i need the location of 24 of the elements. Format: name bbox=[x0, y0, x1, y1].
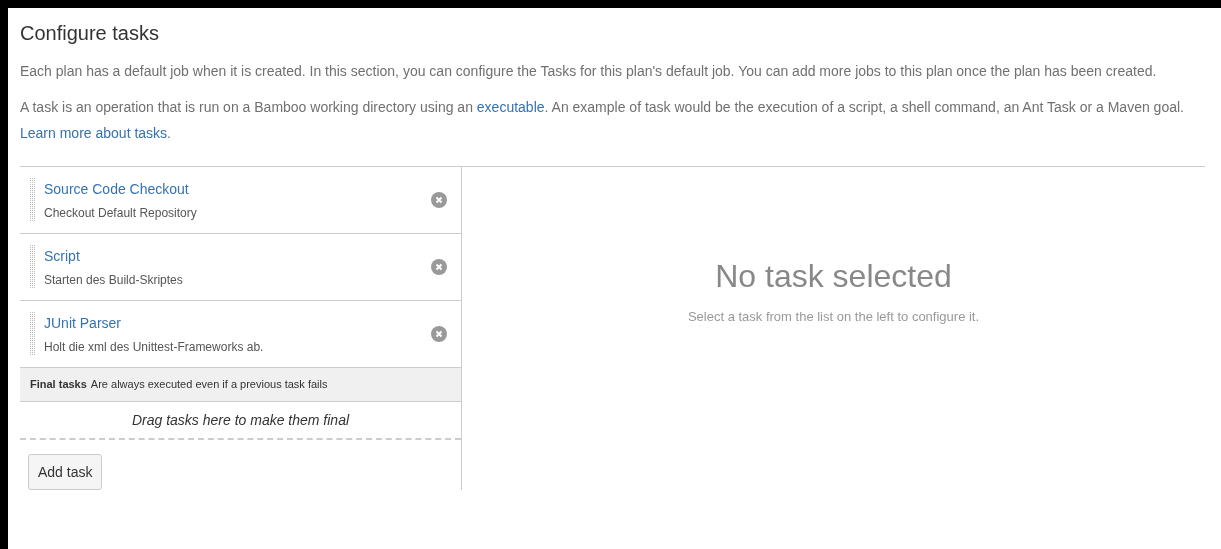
remove-icon[interactable] bbox=[431, 259, 447, 275]
section-label: Final tasks bbox=[30, 377, 87, 393]
task-description: Holt die xml des Unittest-Frameworks ab. bbox=[44, 338, 265, 356]
section-note: Are always executed even if a previous task fails bbox=[90, 377, 328, 393]
drag-handle-icon[interactable] bbox=[30, 245, 36, 289]
drag-handle-icon[interactable] bbox=[30, 312, 36, 356]
remove-icon[interactable] bbox=[431, 192, 447, 208]
task-description: Checkout Default Repository bbox=[44, 204, 198, 222]
task-name: JUnit Parser bbox=[44, 313, 123, 333]
task-item[interactable]: Script Starten des Build-Skriptes bbox=[20, 234, 461, 301]
task-name: Script bbox=[44, 246, 81, 266]
remove-icon[interactable] bbox=[431, 326, 447, 342]
description-text: Each plan has a default job when it is created. In this section, you can configure the Tasks for this plan's default job. You can add more jobs to this plan once the plan has been created. bbox=[20, 62, 1158, 81]
drop-hint: Drag tasks here to make them final bbox=[131, 410, 350, 430]
empty-state-heading: No task selected bbox=[715, 257, 952, 295]
description-text: A task is an operation that is run on a Bamboo working directory using an executable. An example of task would be the execution of a script, a shell command, an Ant Task or a Maven goal. Learn more about tasks. bbox=[20, 98, 1185, 143]
drag-handle-icon[interactable] bbox=[30, 178, 36, 222]
task-description: Starten des Build-Skriptes bbox=[44, 271, 184, 289]
task-name: Source Code Checkout bbox=[44, 179, 190, 199]
add-task-button[interactable]: Add task bbox=[28, 454, 103, 490]
task-item[interactable]: Source Code Checkout Checkout Default Repository bbox=[20, 167, 461, 234]
empty-state-message: Select a task from the list on the left to configure it. bbox=[687, 308, 980, 326]
page-title: Configure tasks bbox=[20, 21, 160, 46]
link[interactable]: executable bbox=[476, 99, 545, 115]
